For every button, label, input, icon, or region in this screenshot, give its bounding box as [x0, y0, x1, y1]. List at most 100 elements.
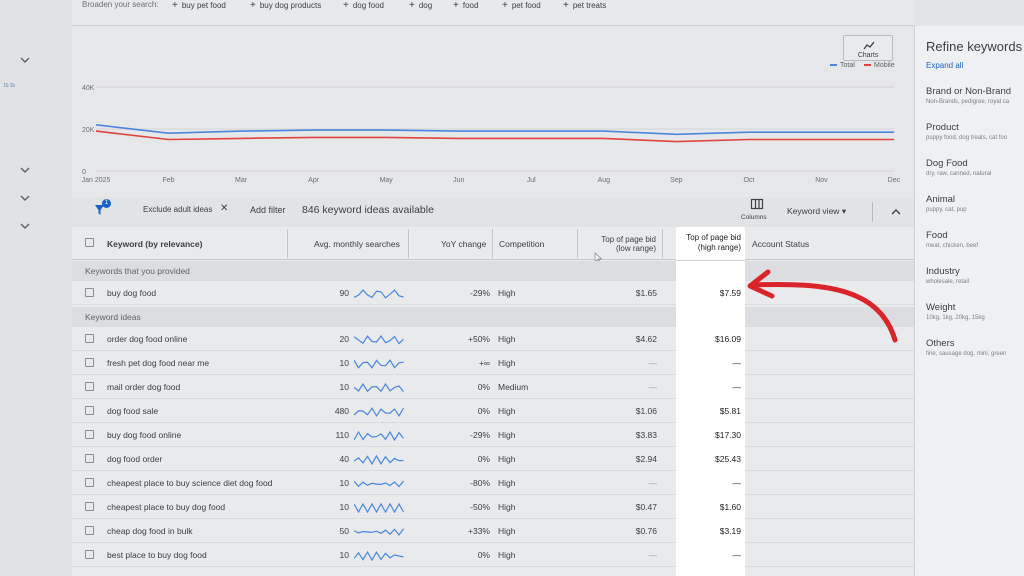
facet-title: Weight [926, 302, 956, 313]
refine-facet[interactable]: Weight 10kg, 1kg, 20kg, 15kg [926, 302, 1024, 321]
chevron-down-icon[interactable] [19, 220, 31, 232]
trend-sparkline [354, 382, 404, 393]
facet-title: Dog Food [926, 158, 968, 169]
chip-buy-pet-food[interactable]: buy pet food [172, 0, 226, 11]
row-checkbox[interactable] [85, 550, 94, 559]
header-divider [287, 229, 288, 258]
table-row[interactable]: fresh pet dog food near me 10 +∞ High — [72, 351, 914, 375]
bid-low-cell: — [648, 478, 658, 488]
x-tick-label: Jun [453, 177, 464, 184]
chip-dog-food[interactable]: dog food [343, 0, 384, 11]
row-checkbox[interactable] [85, 478, 94, 487]
row-checkbox[interactable] [85, 430, 94, 439]
table-row[interactable]: cheap dog food in bulk 50 +33% High $0.7… [72, 519, 914, 543]
bid-low-cell: — [648, 382, 658, 392]
row-checkbox[interactable] [85, 406, 94, 415]
refine-facet[interactable]: Brand or Non-Brand Non-Brands, pedigree,… [926, 86, 1024, 105]
keyword-table: Keyword (by relevance) Avg. monthly sear… [72, 227, 914, 576]
chip-pet-food[interactable]: pet food [502, 0, 541, 11]
keyword-cell[interactable]: cheapest place to buy dog food [107, 502, 225, 512]
row-checkbox[interactable] [85, 382, 94, 391]
table-row[interactable]: best place to buy dog food 10 0% High — [72, 543, 914, 567]
table-row[interactable]: cheapest place to buy dog food 10 -50% H… [72, 495, 914, 519]
competition-cell: High [498, 334, 516, 344]
refine-facet[interactable]: Dog Food dry, raw, canned, natural [926, 158, 1024, 177]
searches-cell: 480 [334, 406, 349, 416]
refine-title: Refine keywords [926, 39, 1023, 54]
expand-all-link[interactable]: Expand all [926, 61, 963, 70]
header-yoy-change[interactable]: YoY change [441, 227, 486, 260]
chevron-up-icon[interactable] [890, 206, 902, 218]
bid-high-cell: — [732, 478, 742, 488]
chevron-down-icon[interactable] [19, 54, 31, 66]
keyword-view-dropdown[interactable]: Keyword view ▾ [787, 206, 846, 217]
chevron-down-icon[interactable] [19, 164, 31, 176]
table-row[interactable]: order dog food online 20 +50% High $4.62 [72, 327, 914, 351]
x-tick-label: Nov [815, 177, 828, 184]
refine-facet[interactable]: Product puppy food, dog treats, cat foo [926, 122, 1024, 141]
facet-subtitle: Non-Brands, pedigree, royal ca [926, 99, 1010, 105]
row-checkbox[interactable] [85, 288, 94, 297]
row-checkbox[interactable] [85, 526, 94, 535]
chip-buy-dog-products[interactable]: buy dog products [250, 0, 321, 11]
table-row[interactable]: dog food order 40 0% High $2.94 [72, 447, 914, 471]
competition-cell: High [498, 454, 516, 464]
keyword-cell[interactable]: mail order dog food [107, 382, 180, 392]
chip-dog[interactable]: dog [409, 0, 432, 11]
row-checkbox[interactable] [85, 502, 94, 511]
add-filter-button[interactable]: Add filter [250, 205, 286, 215]
keyword-cell[interactable]: cheapest place to buy science diet dog f… [107, 478, 272, 488]
chevron-down-icon[interactable] [19, 192, 31, 204]
row-checkbox[interactable] [85, 358, 94, 367]
header-keyword[interactable]: Keyword (by relevance) [107, 227, 202, 260]
filter-chip-exclude-adult[interactable]: Exclude adult ideas [143, 205, 212, 214]
refine-facet[interactable]: Animal puppy, cat, pup [926, 194, 1024, 213]
competition-cell: High [498, 478, 516, 488]
header-competition[interactable]: Competition [499, 227, 544, 260]
keyword-cell[interactable]: buy dog food online [107, 430, 181, 440]
searches-cell: 110 [335, 430, 349, 440]
facet-subtitle: fine, sausage dog, mini, green [926, 351, 1007, 357]
bid-low-cell: $0.47 [635, 502, 657, 512]
yoy-cell: -80% [470, 478, 490, 488]
keyword-cell[interactable]: buy dog food [107, 288, 156, 298]
competition-cell: Medium [498, 382, 529, 392]
close-icon[interactable]: ✕ [220, 203, 228, 214]
facet-subtitle: wholesale, retail [926, 279, 970, 285]
row-checkbox[interactable] [85, 454, 94, 463]
header-divider [492, 229, 493, 258]
table-row[interactable]: buy dog food 90 -29% High $1.65 [72, 281, 914, 305]
keyword-cell[interactable]: dog food sale [107, 406, 158, 416]
table-row[interactable]: dog food sale 480 0% High $1.06 [72, 399, 914, 423]
columns-icon[interactable] [750, 198, 764, 212]
refine-facet[interactable]: Industry wholesale, retail [926, 266, 1024, 285]
row-checkbox[interactable] [85, 334, 94, 343]
trend-sparkline [354, 289, 404, 299]
header-bid-low-line2: (low range) [615, 243, 656, 253]
chip-pet-treats[interactable]: pet treats [563, 0, 606, 11]
bid-low-cell: $1.65 [635, 288, 657, 298]
refine-facet[interactable]: Food meat, chicken, beef [926, 230, 1024, 249]
table-header: Keyword (by relevance) Avg. monthly sear… [72, 227, 914, 260]
caret-down-icon: ▾ [841, 206, 847, 216]
x-tick-label: Mar [235, 177, 248, 184]
yoy-cell: +33% [468, 526, 490, 536]
keyword-cell[interactable]: cheap dog food in bulk [107, 526, 193, 536]
chip-food[interactable]: food [453, 0, 479, 11]
facet-subtitle: dry, raw, canned, natural [926, 171, 992, 177]
keyword-cell[interactable]: fresh pet dog food near me [107, 358, 209, 368]
header-bid-high[interactable]: Top of page bid (high range) [686, 233, 741, 253]
keyword-cell[interactable]: best place to buy dog food [107, 550, 207, 560]
table-row[interactable]: mail order dog food 10 0% Medium — [72, 375, 914, 399]
header-account-status[interactable]: Account Status [752, 227, 809, 260]
select-all-checkbox[interactable] [85, 238, 94, 247]
trend-sparkline [354, 502, 405, 514]
header-avg-monthly-searches[interactable]: Avg. monthly searches [314, 227, 400, 260]
table-row[interactable]: buy dog food online 110 -29% High $3.83 [72, 423, 914, 447]
table-row[interactable]: cheapest place to buy science diet dog f… [72, 471, 914, 495]
keyword-cell[interactable]: dog food order [107, 454, 162, 464]
section-keyword-ideas: Keyword ideas [72, 307, 914, 327]
refine-facet[interactable]: Others fine, sausage dog, mini, green [926, 338, 1024, 357]
keyword-cell[interactable]: order dog food online [107, 334, 187, 344]
yoy-cell: 0% [477, 454, 490, 464]
